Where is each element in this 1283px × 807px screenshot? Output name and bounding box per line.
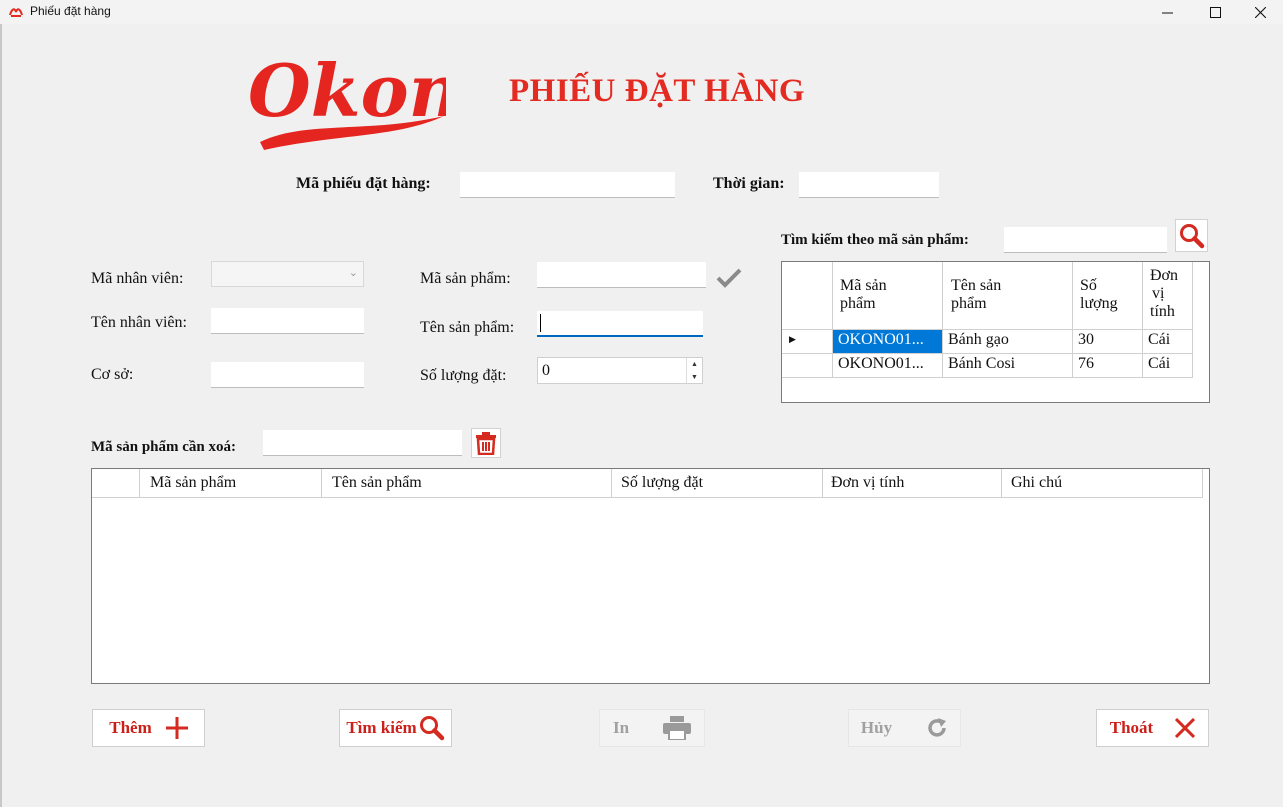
print-button[interactable]: In [599,709,705,747]
trash-icon [476,432,496,455]
delete-product-input[interactable] [263,430,462,456]
row-header[interactable] [782,354,833,378]
table-cell[interactable]: 76 [1073,354,1143,378]
cancel-button-label: Hủy [860,718,893,737]
time-input[interactable] [799,172,939,198]
print-button-label: In [612,718,630,737]
employee-name-label: Tên nhân viên: [91,314,187,331]
order-id-label: Mã phiếu đặt hàng: [296,175,431,192]
product-name-label: Tên sản phẩm: [420,319,515,336]
grid-col-header-1[interactable]: Tên sản phẩm [951,277,1002,313]
row-header[interactable]: ▶ [782,330,833,354]
app-icon [9,5,23,17]
plus-icon [165,717,188,739]
employee-name-input[interactable] [211,308,364,334]
window-edge [0,24,2,807]
table-cell[interactable]: Cái [1143,330,1193,354]
x-icon [1175,718,1196,738]
okono-logo: Okono [246,38,509,158]
product-name-input[interactable] [537,311,703,337]
search-label: Tìm kiếm theo mã sản phẩm: [781,232,969,248]
search-icon [1179,223,1204,248]
exit-button[interactable]: Thoát [1096,709,1209,747]
text-caret [540,314,541,332]
employee-id-combobox[interactable]: ⌄ [211,261,364,287]
exit-button-label: Thoát [1109,718,1154,737]
table-cell[interactable]: Cái [1143,354,1193,378]
product-id-input[interactable] [537,262,706,288]
order-col-header-2[interactable]: Số lượng đặt [621,474,704,492]
spin-down-icon[interactable]: ▼ [687,371,702,384]
quantity-stepper[interactable]: 0 ▲ ▼ [537,357,703,384]
spin-up-icon[interactable]: ▲ [687,358,702,371]
order-id-input[interactable] [460,172,675,198]
maximize-button[interactable] [1192,0,1238,24]
order-col-header-4[interactable]: Ghi chú [1011,474,1063,492]
minimize-icon [1161,12,1173,13]
order-col-header-1[interactable]: Tên sản phẩm [332,474,422,492]
search-product-button[interactable]: Tìm kiếm [339,709,452,747]
printer-icon [663,716,692,740]
table-cell[interactable]: OKONO01... [833,354,943,378]
table-cell[interactable]: 30 [1073,330,1143,354]
quantity-spin-buttons[interactable]: ▲ ▼ [686,358,702,383]
cancel-button[interactable]: Hủy [848,709,961,747]
branch-label: Cơ sở: [91,366,134,383]
grid-corner [782,262,833,330]
window-title: Phiếu đặt hàng [30,4,111,18]
refresh-icon [928,718,947,737]
order-col-header-3[interactable]: Đơn vị tính [831,474,905,492]
search-button[interactable] [1175,219,1208,252]
current-row-icon: ▶ [789,334,796,344]
minimize-button[interactable] [1144,0,1190,24]
search-icon [419,716,444,741]
table-cell[interactable]: Bánh Cosi [943,354,1073,378]
grid-col-header-0[interactable]: Mã sản phẩm [840,277,887,313]
employee-id-label: Mã nhân viên: [91,270,184,287]
search-input[interactable] [1004,227,1167,253]
product-grid[interactable]: Mã sản phẩm Tên sản phẩm Số lượng Đơn vị tính… [781,261,1210,403]
order-grid[interactable]: Mã sản phẩm Tên sản phẩm Số lượng đặt Đơ… [91,468,1210,684]
delete-label: Mã sản phẩm cần xoá: [91,439,237,455]
time-label: Thời gian: [713,175,785,192]
order-col-header-0[interactable]: Mã sản phẩm [150,474,237,492]
table-cell[interactable]: OKONO01... [833,330,943,354]
search-button-label: Tìm kiếm [346,718,417,737]
logo-text: Okono [248,48,446,133]
quantity-value: 0 [542,361,550,379]
add-button[interactable]: Thêm [92,709,205,747]
maximize-icon [1209,6,1221,18]
add-button-label: Thêm [109,718,152,737]
close-button[interactable] [1237,0,1283,24]
quantity-label: Số lượng đặt: [420,367,507,384]
grid-col-header-3[interactable]: Đơn vị tính [1150,267,1179,321]
grid-col-header-2[interactable]: Số lượng [1080,277,1118,313]
title-bar [0,0,1283,24]
product-id-label: Mã sản phẩm: [420,270,511,287]
table-cell[interactable]: Bánh gạo [943,330,1073,354]
delete-button[interactable] [471,428,501,458]
branch-input[interactable] [211,362,364,388]
check-icon[interactable] [716,268,742,293]
page-title: PHIẾU ĐẶT HÀNG [509,73,806,109]
chevron-down-icon: ⌄ [348,267,358,279]
close-icon [1254,6,1266,18]
